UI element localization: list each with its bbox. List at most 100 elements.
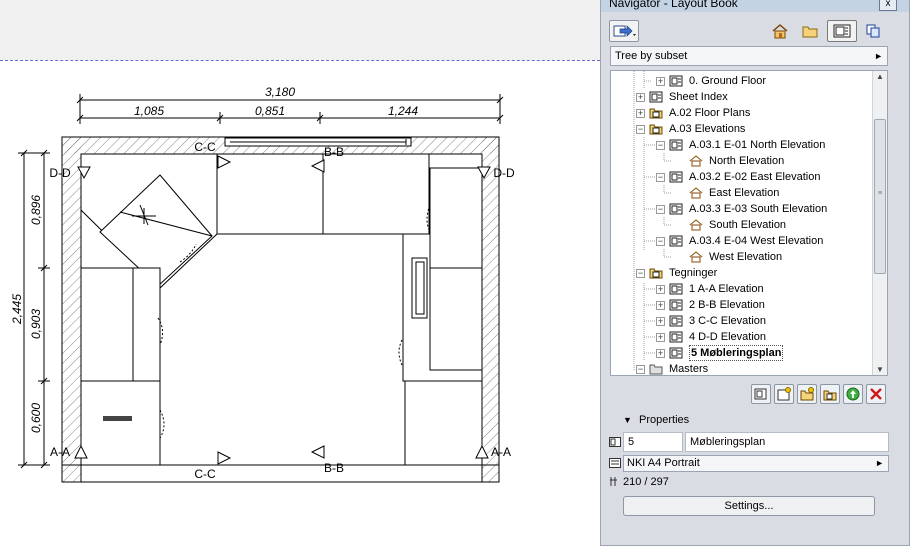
section-marker-cc-bottom[interactable]: C-C bbox=[194, 467, 216, 481]
dim-overall-depth: 2,445 bbox=[10, 294, 24, 325]
expand-icon[interactable]: + bbox=[656, 77, 665, 86]
view-map-button[interactable] bbox=[797, 20, 823, 42]
tree-item[interactable]: − A.03 Elevations bbox=[611, 121, 873, 137]
expand-icon[interactable]: + bbox=[656, 301, 665, 310]
section-marker-aa-right[interactable]: A-A bbox=[491, 445, 511, 459]
view-map-dropdown-button[interactable] bbox=[609, 20, 639, 42]
layout-icon bbox=[669, 283, 683, 295]
expand-icon[interactable]: + bbox=[656, 317, 665, 326]
kitchen-floor-plan[interactable]: 3,180 1,085 0,851 1,244 2,445 0,896 0,90… bbox=[0, 0, 600, 558]
layout-id-field[interactable]: 5 bbox=[623, 432, 683, 452]
tree-item[interactable]: North Elevation bbox=[611, 153, 873, 169]
new-folder-button[interactable] bbox=[820, 384, 840, 404]
section-marker-bb-bottom[interactable]: B-B bbox=[324, 461, 344, 475]
tree-item[interactable]: − A.03.3 E-03 South Elevation bbox=[611, 201, 873, 217]
tree-item[interactable]: + Sheet Index bbox=[611, 89, 873, 105]
close-button[interactable]: x bbox=[879, 0, 897, 11]
scroll-down-icon[interactable]: ▼ bbox=[875, 365, 885, 374]
scrollbar-thumb[interactable]: ≡ bbox=[874, 119, 886, 274]
new-subset-icon bbox=[800, 387, 814, 401]
collapse-icon[interactable]: − bbox=[636, 365, 645, 374]
tree-item[interactable]: + A.02 Floor Plans bbox=[611, 105, 873, 121]
tree-item[interactable]: − A.03.2 E-02 East Elevation bbox=[611, 169, 873, 185]
tree-item[interactable]: + 4 D-D Elevation bbox=[611, 329, 873, 345]
collapse-icon[interactable]: − bbox=[656, 205, 665, 214]
size-icon bbox=[610, 477, 617, 486]
tree-item[interactable]: + 2 B-B Elevation bbox=[611, 297, 873, 313]
tree-item-label: South Elevation bbox=[709, 219, 787, 231]
delete-icon bbox=[870, 388, 882, 400]
layout-icon bbox=[669, 203, 683, 215]
tree-item[interactable]: West Elevation bbox=[611, 249, 873, 265]
section-marker-dd-left[interactable]: D-D bbox=[49, 166, 71, 180]
tree-item[interactable]: + 3 C-C Elevation bbox=[611, 313, 873, 329]
section-marker-cc-top[interactable]: C-C bbox=[194, 140, 216, 154]
hob-symbol bbox=[103, 416, 132, 421]
layout-tree[interactable]: + 0. Ground Floor + Sheet Index + A.02 F… bbox=[610, 70, 888, 376]
section-marker-aa-left[interactable]: A-A bbox=[50, 445, 70, 459]
tree-scrollbar[interactable]: ▲ ≡ ▼ bbox=[872, 71, 887, 375]
tree-item-label: A.02 Floor Plans bbox=[669, 107, 751, 119]
navigator-view-icon bbox=[613, 25, 636, 37]
tree-item-label: A.03.2 E-02 East Elevation bbox=[689, 171, 821, 183]
tree-item[interactable]: East Elevation bbox=[611, 185, 873, 201]
new-subset-button[interactable] bbox=[797, 384, 817, 404]
tree-item[interactable]: + 1 A-A Elevation bbox=[611, 281, 873, 297]
tree-item-label: 4 D-D Elevation bbox=[689, 331, 767, 343]
tree-item[interactable]: − Masters bbox=[611, 361, 873, 375]
layout-icon bbox=[669, 171, 683, 183]
tree-item-label: North Elevation bbox=[709, 155, 785, 167]
layout-size-text: 210 / 297 bbox=[623, 476, 669, 488]
collapse-icon[interactable]: − bbox=[636, 269, 645, 278]
tree-item-label: East Elevation bbox=[709, 187, 780, 199]
dim-segment-2: 0,851 bbox=[255, 104, 285, 118]
master-layout-select[interactable]: NKI A4 Portrait ► bbox=[623, 455, 889, 472]
project-map-button[interactable] bbox=[767, 20, 793, 42]
collapse-icon[interactable]: − bbox=[636, 125, 645, 134]
dim-left-3: 0,600 bbox=[29, 403, 43, 433]
elevation-drawing-icon bbox=[689, 219, 703, 231]
drawing-canvas[interactable]: 3,180 1,085 0,851 1,244 2,445 0,896 0,90… bbox=[0, 0, 600, 558]
master-layout-value: NKI A4 Portrait bbox=[627, 457, 700, 469]
subset-folder-icon bbox=[649, 108, 663, 119]
layout-icon bbox=[669, 347, 683, 359]
scroll-up-icon[interactable]: ▲ bbox=[875, 72, 885, 81]
tree-item-label: Sheet Index bbox=[669, 91, 728, 103]
delete-button[interactable] bbox=[866, 384, 886, 404]
tree-item[interactable]: − Tegninger bbox=[611, 265, 873, 281]
collapse-icon[interactable]: − bbox=[656, 173, 665, 182]
tree-mode-select[interactable]: Tree by subset ► bbox=[610, 46, 888, 66]
collapse-icon[interactable]: − bbox=[656, 237, 665, 246]
elevation-drawing-icon bbox=[689, 187, 703, 199]
tree-item[interactable]: + 0. Ground Floor bbox=[611, 73, 873, 89]
dim-segment-3: 1,244 bbox=[388, 104, 418, 118]
update-button[interactable] bbox=[843, 384, 863, 404]
elevation-drawing-icon bbox=[689, 155, 703, 167]
cabinets bbox=[80, 153, 483, 466]
expand-icon[interactable]: + bbox=[636, 109, 645, 118]
palette-title-bar[interactable]: Navigator - Layout Book x bbox=[601, 0, 909, 12]
palette-title: Navigator - Layout Book bbox=[609, 0, 738, 10]
layout-book-button[interactable] bbox=[827, 20, 857, 42]
tree-item[interactable]: − A.03.4 E-04 West Elevation bbox=[611, 233, 873, 249]
properties-title: Properties bbox=[639, 414, 690, 426]
layout-icon bbox=[669, 75, 683, 87]
settings-button[interactable]: Settings... bbox=[623, 496, 875, 516]
section-marker-bb-top[interactable]: B-B bbox=[324, 145, 344, 159]
new-folder-icon bbox=[823, 390, 837, 401]
house-icon bbox=[772, 24, 788, 39]
expand-icon[interactable]: + bbox=[656, 333, 665, 342]
tree-item-selected[interactable]: + 5 Møbleringsplan bbox=[611, 345, 873, 361]
publisher-sets-button[interactable] bbox=[861, 20, 885, 42]
tree-item[interactable]: South Elevation bbox=[611, 217, 873, 233]
expand-icon[interactable]: + bbox=[636, 93, 645, 102]
properties-header[interactable]: ▼ Properties bbox=[601, 410, 909, 430]
new-layout-button[interactable] bbox=[751, 384, 771, 404]
section-marker-dd-right[interactable]: D-D bbox=[493, 166, 515, 180]
collapse-icon[interactable]: − bbox=[656, 141, 665, 150]
tree-item[interactable]: − A.03.1 E-01 North Elevation bbox=[611, 137, 873, 153]
expand-icon[interactable]: + bbox=[656, 285, 665, 294]
new-master-button[interactable] bbox=[774, 384, 794, 404]
expand-icon[interactable]: + bbox=[656, 349, 665, 358]
layout-name-field[interactable]: Møbleringsplan bbox=[685, 432, 889, 452]
